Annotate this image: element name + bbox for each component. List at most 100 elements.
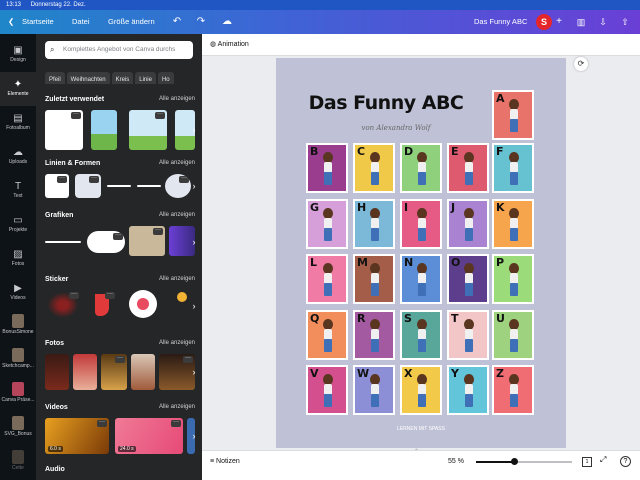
rail-app-bonussimone[interactable]: BonusSimone — [0, 310, 36, 344]
see-all-link[interactable]: Alle anzeigen — [159, 340, 195, 346]
zoom-slider[interactable] — [476, 458, 572, 465]
letter-card[interactable]: T — [447, 310, 489, 360]
letter-card[interactable]: S — [400, 310, 442, 360]
page-title[interactable]: Das Funny ABC — [306, 92, 466, 114]
chip-ho[interactable]: Ho — [157, 72, 174, 84]
undo-icon[interactable]: ↶ — [170, 15, 184, 29]
circle-shape[interactable]: ··· — [165, 174, 191, 198]
rail-uploads[interactable]: ☁ Uploads — [0, 140, 36, 174]
help-icon[interactable]: ? — [620, 456, 631, 467]
redo-icon[interactable]: ↷ — [194, 15, 208, 29]
letter-card[interactable]: V — [306, 365, 348, 415]
rail-photoalbum[interactable]: ▤ Fotoalbum — [0, 106, 36, 140]
letter-card[interactable]: X — [400, 365, 442, 415]
letter-card[interactable]: A — [492, 90, 534, 140]
file-menu[interactable]: Datei — [72, 10, 90, 34]
rail-videos[interactable]: ▶ Videos — [0, 276, 36, 310]
rail-design[interactable]: ▣ Design — [0, 38, 36, 72]
letter-card[interactable]: O — [447, 254, 489, 304]
rotate-icon[interactable]: ⟳ — [574, 57, 588, 71]
chip-pfeil[interactable]: Pfeil — [45, 72, 65, 84]
page-footer-logo[interactable]: LERNEN MIT SPASS — [394, 426, 448, 438]
video-item[interactable]: ··· 24.0 s — [115, 418, 183, 454]
chevron-right-icon[interactable]: › — [189, 120, 199, 140]
letter-card[interactable]: W — [353, 365, 395, 415]
share-icon[interactable]: ⇧ — [615, 13, 635, 31]
square-shape[interactable]: ··· — [45, 174, 69, 198]
chip-weihnachten[interactable]: Weihnachten — [66, 72, 110, 84]
christmas-stocking-sticker[interactable]: ··· — [89, 290, 117, 320]
letter-card[interactable]: M — [353, 254, 395, 304]
animation-button[interactable]: ◍ Animation — [210, 34, 249, 56]
letter-card[interactable]: B — [306, 143, 348, 193]
letter-card[interactable]: N — [400, 254, 442, 304]
cloud-graphic[interactable]: ··· — [87, 231, 125, 253]
letter-card[interactable]: E — [447, 143, 489, 193]
search-input[interactable]: ⌕ Komplettes Angebot von Canva durchs — [45, 41, 193, 59]
ball-sticker[interactable] — [129, 290, 157, 318]
chip-linie[interactable]: Linie — [135, 72, 156, 84]
add-icon[interactable]: + — [552, 15, 566, 29]
letter-card[interactable]: H — [353, 199, 395, 249]
paper-graphic[interactable]: ··· — [129, 226, 165, 256]
see-all-link[interactable]: Alle anzeigen — [159, 160, 195, 166]
recent-item[interactable]: ··· — [45, 110, 83, 150]
letter-card[interactable]: F — [492, 143, 534, 193]
chevron-right-icon[interactable]: › — [189, 426, 199, 446]
chevron-right-icon[interactable]: › — [189, 362, 199, 382]
letter-card[interactable]: U — [492, 310, 534, 360]
letter-card[interactable]: J — [447, 199, 489, 249]
rail-app-cette[interactable]: Cette — [0, 446, 36, 480]
zoom-slider-knob[interactable] — [511, 458, 519, 465]
letter-card[interactable]: C — [353, 143, 395, 193]
letter-card[interactable]: L — [306, 254, 348, 304]
back-icon[interactable]: ❮ — [8, 10, 14, 34]
resize-menu[interactable]: Größe ändern — [108, 10, 155, 34]
arrow-shape[interactable] — [137, 185, 161, 187]
letter-card[interactable]: Q — [306, 310, 348, 360]
design-page[interactable]: Das Funny ABC von Alexandra Wolf LERNEN … — [276, 58, 566, 448]
see-all-link[interactable]: Alle anzeigen — [159, 276, 195, 282]
letter-card[interactable]: P — [492, 254, 534, 304]
rail-app-svg-bonus[interactable]: SVG_Bonus — [0, 412, 36, 446]
avatar[interactable]: S — [536, 14, 552, 30]
photo-item[interactable]: ··· — [101, 354, 127, 390]
chevron-right-icon[interactable]: › — [189, 296, 199, 316]
photo-item[interactable] — [131, 354, 155, 390]
letter-card[interactable]: G — [306, 199, 348, 249]
rail-projects[interactable]: ▭ Projekte — [0, 208, 36, 242]
letter-card[interactable]: D — [400, 143, 442, 193]
rail-app-sketchcamp[interactable]: Sketchcamp... — [0, 344, 36, 378]
chevron-right-icon[interactable]: › — [189, 232, 199, 252]
drag-handle-icon[interactable]: ⌃ — [414, 448, 419, 455]
home-link[interactable]: Startseite — [22, 10, 54, 34]
recent-item[interactable]: ··· — [129, 110, 167, 150]
cloud-sync-icon[interactable]: ☁ — [220, 15, 234, 29]
notes-button[interactable]: ≡ Notizen — [210, 451, 240, 473]
rail-elements[interactable]: ✦ Elemente — [0, 72, 36, 106]
see-all-link[interactable]: Alle anzeigen — [159, 96, 195, 102]
rounded-square-shape[interactable]: ··· — [75, 174, 101, 198]
see-all-link[interactable]: Alle anzeigen — [159, 404, 195, 410]
see-all-link[interactable]: Alle anzeigen — [159, 212, 195, 218]
insights-icon[interactable]: ▥ — [571, 13, 591, 31]
chevron-right-icon[interactable]: › — [189, 176, 199, 196]
recent-item[interactable] — [91, 110, 117, 150]
design-title[interactable]: Das Funny ABC — [474, 10, 527, 34]
chip-kreis[interactable]: Kreis — [111, 72, 134, 84]
download-icon[interactable]: ⇩ — [593, 13, 613, 31]
expand-icon[interactable]: ⤢ — [600, 455, 606, 465]
rail-text[interactable]: T Text — [0, 174, 36, 208]
zoom-level[interactable]: 55 % — [448, 451, 464, 473]
photo-item[interactable] — [73, 354, 97, 390]
line-shape[interactable] — [107, 185, 131, 187]
rail-app-canva-presentation[interactable]: Canva Präse... — [0, 378, 36, 412]
video-item[interactable]: ··· 6.0 s — [45, 418, 109, 454]
page-subtitle[interactable]: von Alexandra Wolf — [331, 124, 461, 132]
letter-card[interactable]: K — [492, 199, 534, 249]
page-count[interactable]: 1 — [582, 457, 592, 467]
letter-card[interactable]: R — [353, 310, 395, 360]
sticker-item[interactable]: ··· — [45, 290, 81, 320]
curved-arrow-graphic[interactable] — [45, 241, 81, 243]
letter-card[interactable]: I — [400, 199, 442, 249]
